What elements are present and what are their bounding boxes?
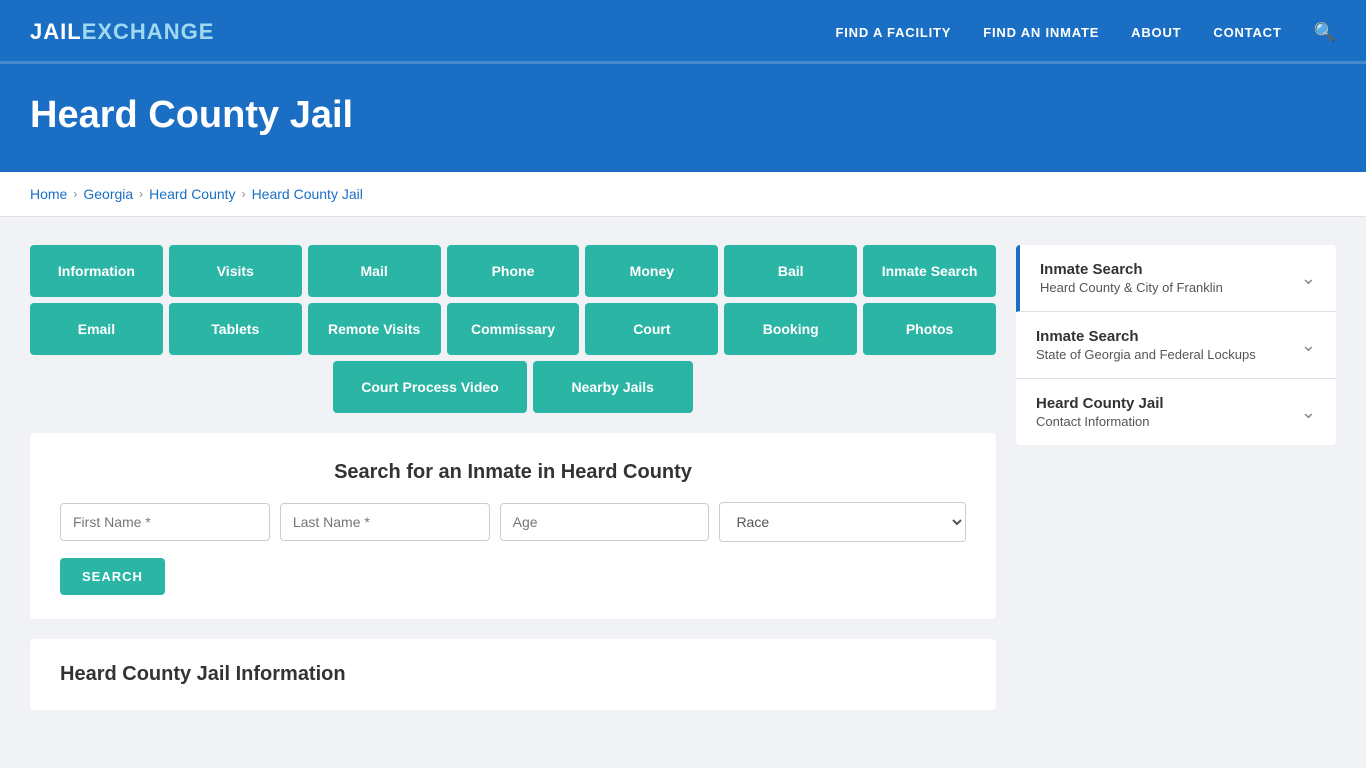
sidebar-item-1-title: Inmate Search (1036, 328, 1256, 345)
sidebar-item-2-subtitle: Contact Information (1036, 414, 1164, 429)
btn-money[interactable]: Money (585, 245, 718, 297)
nav-buttons-row1: Information Visits Mail Phone Money Bail… (30, 245, 996, 297)
breadcrumb-sep-1: › (73, 187, 77, 201)
btn-mail[interactable]: Mail (308, 245, 441, 297)
sidebar-item-0[interactable]: Inmate Search Heard County & City of Fra… (1016, 245, 1336, 312)
first-name-input[interactable] (60, 503, 270, 541)
btn-email[interactable]: Email (30, 303, 163, 355)
btn-remote-visits[interactable]: Remote Visits (308, 303, 441, 355)
sidebar-item-1-text: Inmate Search State of Georgia and Feder… (1036, 328, 1256, 362)
btn-booking[interactable]: Booking (724, 303, 857, 355)
inmate-search-section: Search for an Inmate in Heard County Rac… (30, 433, 996, 619)
btn-inmate-search[interactable]: Inmate Search (863, 245, 996, 297)
btn-court-process-video[interactable]: Court Process Video (333, 361, 526, 413)
sidebar-item-2-title: Heard County Jail (1036, 395, 1164, 412)
jail-info-section: Heard County Jail Information (30, 639, 996, 710)
breadcrumb-sep-2: › (139, 187, 143, 201)
logo-jail: JAIL (30, 19, 82, 45)
nav-about[interactable]: ABOUT (1131, 25, 1181, 40)
btn-nearby-jails[interactable]: Nearby Jails (533, 361, 693, 413)
main-nav: FIND A FACILITY FIND AN INMATE ABOUT CON… (835, 22, 1336, 43)
right-sidebar: Inmate Search Heard County & City of Fra… (1016, 245, 1336, 445)
jail-info-title: Heard County Jail Information (60, 663, 966, 686)
search-icon[interactable]: 🔍 (1314, 22, 1336, 43)
chevron-down-icon-0: ⌄ (1301, 268, 1316, 289)
nav-contact[interactable]: CONTACT (1213, 25, 1281, 40)
logo[interactable]: JAIL EXCHANGE (30, 19, 214, 45)
page-title: Heard County Jail (30, 94, 1336, 137)
breadcrumb-heard-county[interactable]: Heard County (149, 186, 235, 202)
sidebar-item-0-title: Inmate Search (1040, 261, 1223, 278)
btn-commissary[interactable]: Commissary (447, 303, 580, 355)
hero-section: Heard County Jail (0, 64, 1366, 172)
sidebar-item-2-text: Heard County Jail Contact Information (1036, 395, 1164, 429)
search-form: Race White Black Hispanic Asian Native A… (60, 502, 966, 542)
nav-find-facility[interactable]: FIND A FACILITY (835, 25, 951, 40)
btn-phone[interactable]: Phone (447, 245, 580, 297)
sidebar-item-1-subtitle: State of Georgia and Federal Lockups (1036, 347, 1256, 362)
btn-court[interactable]: Court (585, 303, 718, 355)
btn-information[interactable]: Information (30, 245, 163, 297)
breadcrumb-home[interactable]: Home (30, 186, 67, 202)
chevron-down-icon-1: ⌄ (1301, 335, 1316, 356)
breadcrumb-sep-3: › (242, 187, 246, 201)
main-content: Information Visits Mail Phone Money Bail… (0, 217, 1366, 740)
sidebar-card: Inmate Search Heard County & City of Fra… (1016, 245, 1336, 445)
breadcrumb-georgia[interactable]: Georgia (83, 186, 133, 202)
breadcrumb-current: Heard County Jail (252, 186, 363, 202)
left-column: Information Visits Mail Phone Money Bail… (30, 245, 996, 710)
sidebar-item-2[interactable]: Heard County Jail Contact Information ⌄ (1016, 379, 1336, 445)
search-button[interactable]: SEARCH (60, 558, 165, 595)
search-title: Search for an Inmate in Heard County (60, 461, 966, 484)
age-input[interactable] (500, 503, 710, 541)
breadcrumb: Home › Georgia › Heard County › Heard Co… (0, 172, 1366, 217)
nav-buttons-row3: Court Process Video Nearby Jails (30, 361, 996, 413)
btn-visits[interactable]: Visits (169, 245, 302, 297)
btn-tablets[interactable]: Tablets (169, 303, 302, 355)
nav-buttons-row2: Email Tablets Remote Visits Commissary C… (30, 303, 996, 355)
chevron-down-icon-2: ⌄ (1301, 402, 1316, 423)
last-name-input[interactable] (280, 503, 490, 541)
nav-find-inmate[interactable]: FIND AN INMATE (983, 25, 1099, 40)
btn-photos[interactable]: Photos (863, 303, 996, 355)
sidebar-item-1[interactable]: Inmate Search State of Georgia and Feder… (1016, 312, 1336, 379)
header: JAIL EXCHANGE FIND A FACILITY FIND AN IN… (0, 0, 1366, 64)
race-select[interactable]: Race White Black Hispanic Asian Native A… (719, 502, 966, 542)
sidebar-item-0-subtitle: Heard County & City of Franklin (1040, 280, 1223, 295)
sidebar-item-0-text: Inmate Search Heard County & City of Fra… (1040, 261, 1223, 295)
logo-exchange: EXCHANGE (82, 19, 215, 45)
btn-bail[interactable]: Bail (724, 245, 857, 297)
